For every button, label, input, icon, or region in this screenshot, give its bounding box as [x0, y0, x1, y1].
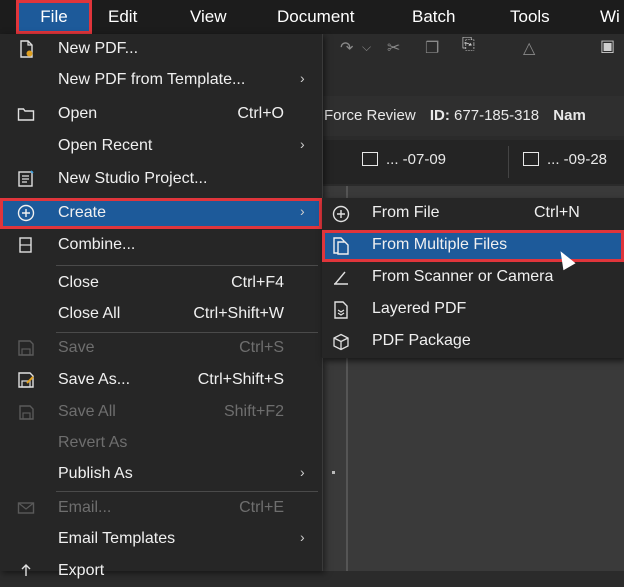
- menu-document[interactable]: Document: [277, 0, 354, 34]
- email-icon: [17, 499, 35, 517]
- folder-icon: [17, 105, 35, 123]
- menu-item-save-as[interactable]: Save As... Ctrl+Shift+S: [0, 365, 322, 396]
- save-as-icon: [17, 371, 35, 389]
- chevron-right-icon: ›: [300, 136, 305, 152]
- chevron-right-icon: ›: [300, 464, 305, 480]
- export-icon: [17, 562, 35, 580]
- document-tab[interactable]: ... -09-28: [523, 142, 607, 178]
- session-info-bar: Force Review ID: 677-185-318 Nam: [300, 96, 624, 136]
- session-name-label: Nam: [553, 107, 586, 124]
- menu-item-revert-as[interactable]: Revert As: [0, 428, 322, 459]
- menu-window[interactable]: Wi: [600, 0, 620, 34]
- submenu-item-pdf-package[interactable]: PDF Package: [322, 326, 624, 358]
- multiple-files-icon: [332, 237, 350, 255]
- menu-item-publish-as[interactable]: Publish As ›: [0, 459, 322, 490]
- copy-icon[interactable]: ❐: [425, 38, 439, 58]
- studio-project-icon: [17, 170, 35, 188]
- menu-item-email[interactable]: Email... Ctrl+E: [0, 493, 322, 524]
- menu-item-new-pdf-from-template[interactable]: New PDF from Template... ›: [0, 65, 322, 96]
- menu-item-save-all[interactable]: Save All Shift+F2: [0, 397, 322, 428]
- file-menu: New PDF... New PDF from Template... › Op…: [0, 34, 323, 579]
- menu-item-new-studio-project[interactable]: New Studio Project...: [0, 164, 322, 195]
- paste-icon[interactable]: ⎘: [462, 36, 475, 54]
- session-name: Force Review: [324, 107, 416, 124]
- menu-separator: [56, 265, 318, 266]
- session-id-label: ID:: [429, 107, 450, 124]
- submenu-item-from-multiple-files[interactable]: From Multiple Files: [322, 230, 624, 262]
- menu-view[interactable]: View: [190, 0, 227, 34]
- package-icon: [332, 333, 350, 351]
- create-submenu: From File Ctrl+N From Multiple Files Fro…: [322, 198, 624, 358]
- document-tab-icon: [362, 152, 378, 166]
- chevron-down-icon[interactable]: ⌵: [362, 40, 371, 55]
- save-all-icon: [17, 403, 35, 421]
- chevron-right-icon: ›: [300, 203, 305, 219]
- session-id-value: 677-185-318: [454, 107, 540, 124]
- layers-icon: [332, 301, 350, 319]
- cut-icon[interactable]: ✂: [387, 38, 400, 58]
- menu-item-export[interactable]: Export: [0, 556, 322, 587]
- submenu-item-layered-pdf[interactable]: Layered PDF: [322, 294, 624, 326]
- document-tab-label: ... -09-28: [547, 151, 608, 168]
- menu-bar: File Edit View Document Batch Tools Wi: [0, 0, 624, 34]
- menu-separator: [56, 491, 318, 492]
- plus-circle-icon: [17, 204, 35, 222]
- menu-item-open-recent[interactable]: Open Recent ›: [0, 131, 322, 162]
- menu-tools[interactable]: Tools: [510, 0, 550, 34]
- scanner-icon: [332, 269, 350, 287]
- plus-circle-icon: [332, 205, 350, 223]
- tab-divider: [508, 146, 509, 178]
- menu-item-open[interactable]: Open Ctrl+O: [0, 99, 322, 130]
- document-tab[interactable]: ... -07-09: [362, 142, 446, 178]
- menu-item-new-pdf[interactable]: New PDF...: [0, 34, 322, 65]
- submenu-item-from-scanner-or-camera[interactable]: From Scanner or Camera: [322, 262, 624, 294]
- chevron-right-icon: ›: [300, 70, 305, 86]
- dot-marker: [332, 471, 335, 474]
- menu-file[interactable]: File: [16, 0, 92, 34]
- menu-item-close[interactable]: Close Ctrl+F4: [0, 268, 322, 299]
- redo-icon[interactable]: ↷: [340, 38, 353, 58]
- new-pdf-icon: [17, 40, 35, 58]
- stamp-icon[interactable]: △: [523, 38, 535, 58]
- menu-item-email-templates[interactable]: Email Templates ›: [0, 524, 322, 555]
- save-icon: [17, 339, 35, 357]
- document-tab-label: ... -07-09: [386, 151, 447, 168]
- menu-item-save[interactable]: Save Ctrl+S: [0, 333, 322, 364]
- menu-item-combine[interactable]: Combine...: [0, 230, 322, 261]
- document-icon[interactable]: ▣: [600, 36, 615, 56]
- menu-edit[interactable]: Edit: [108, 0, 137, 34]
- menu-batch[interactable]: Batch: [412, 0, 455, 34]
- combine-icon: [17, 236, 35, 254]
- menu-item-create[interactable]: Create ›: [0, 198, 322, 229]
- document-tab-icon: [523, 152, 539, 166]
- chevron-right-icon: ›: [300, 529, 305, 545]
- menu-item-close-all[interactable]: Close All Ctrl+Shift+W: [0, 299, 322, 330]
- submenu-item-from-file[interactable]: From File Ctrl+N: [322, 198, 624, 230]
